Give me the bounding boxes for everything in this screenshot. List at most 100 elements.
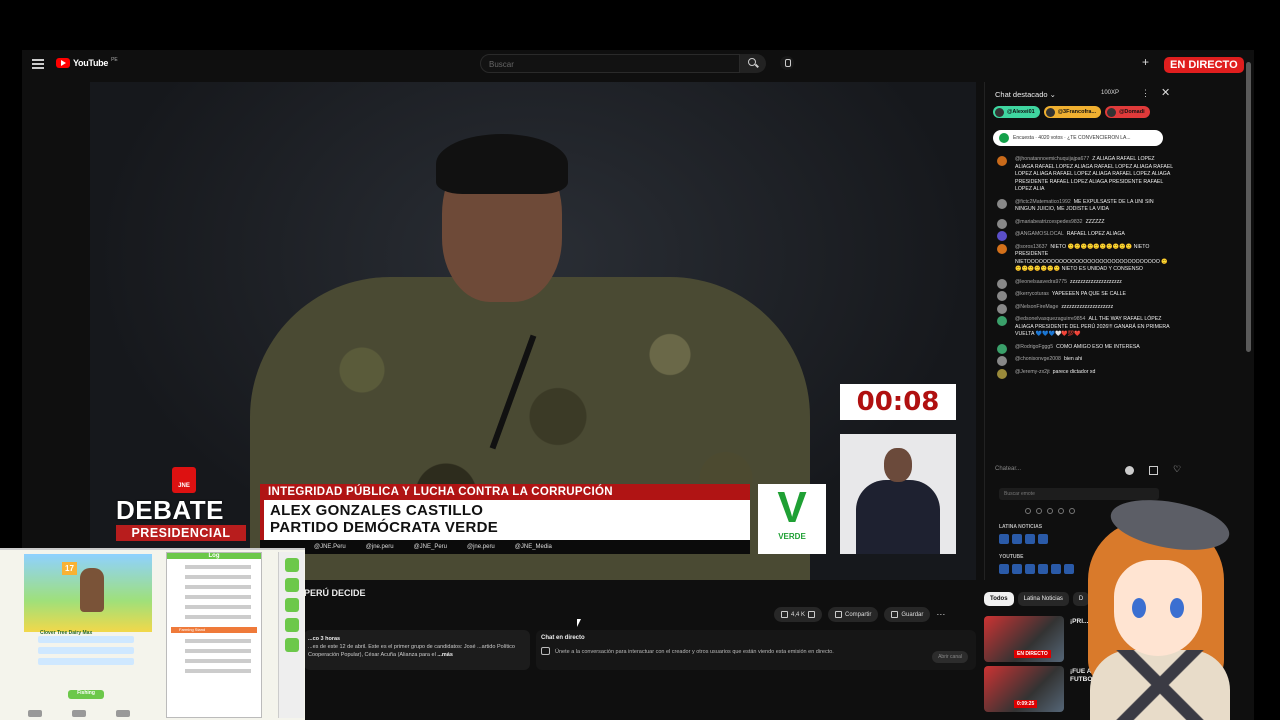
more-options-icon[interactable]: ⋯ (936, 609, 945, 620)
chat-avatar[interactable] (997, 356, 1007, 366)
supporter-chip[interactable]: @3Francofra... (1043, 106, 1102, 118)
chat-message[interactable]: @jhonatannoemichuquijajpa677 Z ALIAGA RAF… (993, 156, 1173, 194)
chat-username[interactable]: @soros13637 (1015, 244, 1047, 250)
emote[interactable] (1025, 534, 1035, 544)
chat-message[interactable]: @NelsonFireMage zzzzzzzzzzzzzzzzzzzz (993, 303, 1173, 314)
chat-username[interactable]: @RodrigoFggg5 (1015, 344, 1053, 350)
chat-username[interactable]: @jhonatannoemichuquijajpa677 (1015, 156, 1089, 162)
chat-message[interactable]: @fictc2Matematico1992 ME EXPULSASTE DE LA… (993, 198, 1173, 214)
description-more-link[interactable]: ...más (437, 652, 453, 658)
chat-avatar[interactable] (997, 278, 1007, 289)
emote[interactable] (1051, 564, 1061, 574)
emote[interactable] (1012, 534, 1022, 544)
sidebar-icon[interactable] (284, 558, 299, 572)
share-button[interactable]: Compartir (828, 607, 879, 622)
game-action-button[interactable]: Fishing (68, 690, 104, 699)
video-player[interactable]: 00:08 JNE DEBATE PRESIDENCIAL INTEGRIDAD… (90, 82, 976, 580)
chat-mode-dropdown[interactable]: Chat destacado ⌄ (995, 90, 1056, 99)
chat-message[interactable]: @edsonelvasquezaguirre9854 ALL THE WAY RA… (993, 316, 1173, 339)
chat-avatar[interactable] (997, 218, 1007, 229)
youtube-logo[interactable]: YouTube PE (56, 57, 118, 68)
chat-avatar[interactable] (997, 156, 1007, 166)
emote[interactable] (1064, 564, 1074, 574)
gift-icon[interactable] (1149, 466, 1158, 475)
chat-message[interactable]: @soros13637 NIETO 🙂🙂🙂🙂🙂🙂🙂🙂🙂🙂 NIETO PRESID… (993, 243, 1173, 274)
game-log-tab[interactable]: Farming Stand (171, 627, 257, 633)
page-scrollbar[interactable] (1246, 62, 1251, 352)
supporter-chip[interactable]: @Domadi (1105, 106, 1150, 118)
x-handle: @JNE_Peru (413, 544, 447, 550)
emote-tool-icon[interactable] (1058, 508, 1064, 514)
sidebar-icon[interactable] (284, 618, 299, 632)
chat-username[interactable]: @fictc2Matematico1992 (1015, 199, 1071, 205)
chat-avatar[interactable] (997, 303, 1007, 314)
chat-avatar[interactable] (997, 368, 1007, 379)
search-button[interactable] (740, 54, 766, 73)
heart-icon[interactable]: ♡ (1173, 464, 1181, 475)
emoji-icon[interactable] (1125, 466, 1134, 475)
chat-username[interactable]: @Jeremy-zx2jt (1015, 369, 1050, 375)
emote-row[interactable] (999, 534, 1048, 544)
search-input[interactable]: Buscar (480, 54, 740, 73)
emote[interactable] (999, 534, 1009, 544)
footer-button[interactable] (72, 710, 86, 717)
chat-avatar[interactable] (997, 198, 1007, 209)
chat-more-icon[interactable]: ⋮ (1141, 88, 1150, 99)
chat-username[interactable]: @NelsonFireMage (1015, 304, 1058, 310)
emote-row[interactable] (999, 564, 1074, 574)
chat-message[interactable]: @mariabeatrizcespedes9832 ZZZZZZ (993, 218, 1173, 229)
chat-username[interactable]: @leonelsaavedra9775 (1015, 279, 1067, 285)
chat-username[interactable]: @mariabeatrizcespedes9832 (1015, 219, 1083, 225)
sidebar-icon[interactable] (284, 638, 299, 652)
chat-message[interactable]: @chonisonvge2008 bien ahi (993, 356, 1173, 366)
log-line (185, 639, 251, 643)
menu-icon[interactable] (32, 59, 44, 69)
emote[interactable] (1025, 564, 1035, 574)
footer-button[interactable] (28, 710, 42, 717)
emote-tool-icon[interactable] (1036, 508, 1042, 514)
chat-message[interactable]: @kerrycoturas YAPEEEEN PA QUE SE CALLE (993, 291, 1173, 301)
chat-username[interactable]: @kerrycoturas (1015, 291, 1049, 297)
chat-username[interactable]: @edsonelvasquezaguirre9854 (1015, 316, 1085, 322)
emote-tool-icon[interactable] (1047, 508, 1053, 514)
chat-avatar[interactable] (997, 343, 1007, 354)
chat-avatar[interactable] (997, 243, 1007, 254)
chat-avatar[interactable] (997, 291, 1007, 301)
emote-tools[interactable] (1025, 508, 1075, 514)
chat-input[interactable]: Chatear... (995, 466, 1145, 478)
chat-avatar[interactable] (997, 316, 1007, 326)
related-tab[interactable]: Latina Noticias (1017, 592, 1069, 606)
create-icon[interactable]: + (1142, 55, 1149, 69)
emote[interactable] (1038, 534, 1048, 544)
thumbs-down-icon[interactable] (808, 611, 816, 618)
chat-message[interactable]: @RodrigoFggg5 COMO AMIGO ESO ME INTERESA (993, 343, 1173, 354)
mic-icon[interactable] (780, 56, 794, 70)
related-tab[interactable]: Todos (984, 592, 1014, 606)
emote-tool-icon[interactable] (1069, 508, 1075, 514)
emote-search-input[interactable]: Buscar emote (999, 488, 1159, 500)
chat-text: ZZZZZZ (1085, 218, 1105, 225)
save-button[interactable]: Guardar (884, 607, 931, 622)
like-button[interactable]: 4,4 K (774, 607, 823, 622)
emote[interactable] (1012, 564, 1022, 574)
supporter-chip[interactable]: @Alexei01 (993, 106, 1040, 118)
chat-username[interactable]: @ANGAMOSLOCAL (1015, 231, 1064, 237)
chat-message[interactable]: @ANGAMOSLOCAL RAFAEL LOPEZ ALIAGA (993, 231, 1173, 241)
emote-tool-icon[interactable] (1025, 508, 1031, 514)
description-box[interactable]: ...co 3 horas ...es de este 12 de abril.… (304, 630, 530, 670)
chat-message[interactable]: @leonelsaavedra9775 zzzzzzzzzzzzzzzzzzzz (993, 278, 1173, 289)
sidebar-icon[interactable] (284, 598, 299, 612)
sidebar-icon[interactable] (284, 578, 299, 592)
close-icon[interactable]: ✕ (1161, 86, 1170, 99)
debate-subtitle: PRESIDENCIAL (116, 525, 246, 541)
footer-button[interactable] (116, 710, 130, 717)
open-chat-button[interactable]: Abrir canal (932, 651, 968, 663)
poll-banner[interactable]: Encuesta · 4020 votos · ¿TE CONVENCIERON… (993, 130, 1163, 146)
chat-avatar[interactable] (997, 231, 1007, 241)
chat-username[interactable]: @chonisonvge2008 (1015, 356, 1061, 362)
avatar-face (1114, 560, 1202, 656)
emote[interactable] (1038, 564, 1048, 574)
game-footer (28, 710, 148, 718)
emote[interactable] (999, 564, 1009, 574)
chat-message[interactable]: @Jeremy-zx2jt parece dictador xd (993, 368, 1173, 379)
